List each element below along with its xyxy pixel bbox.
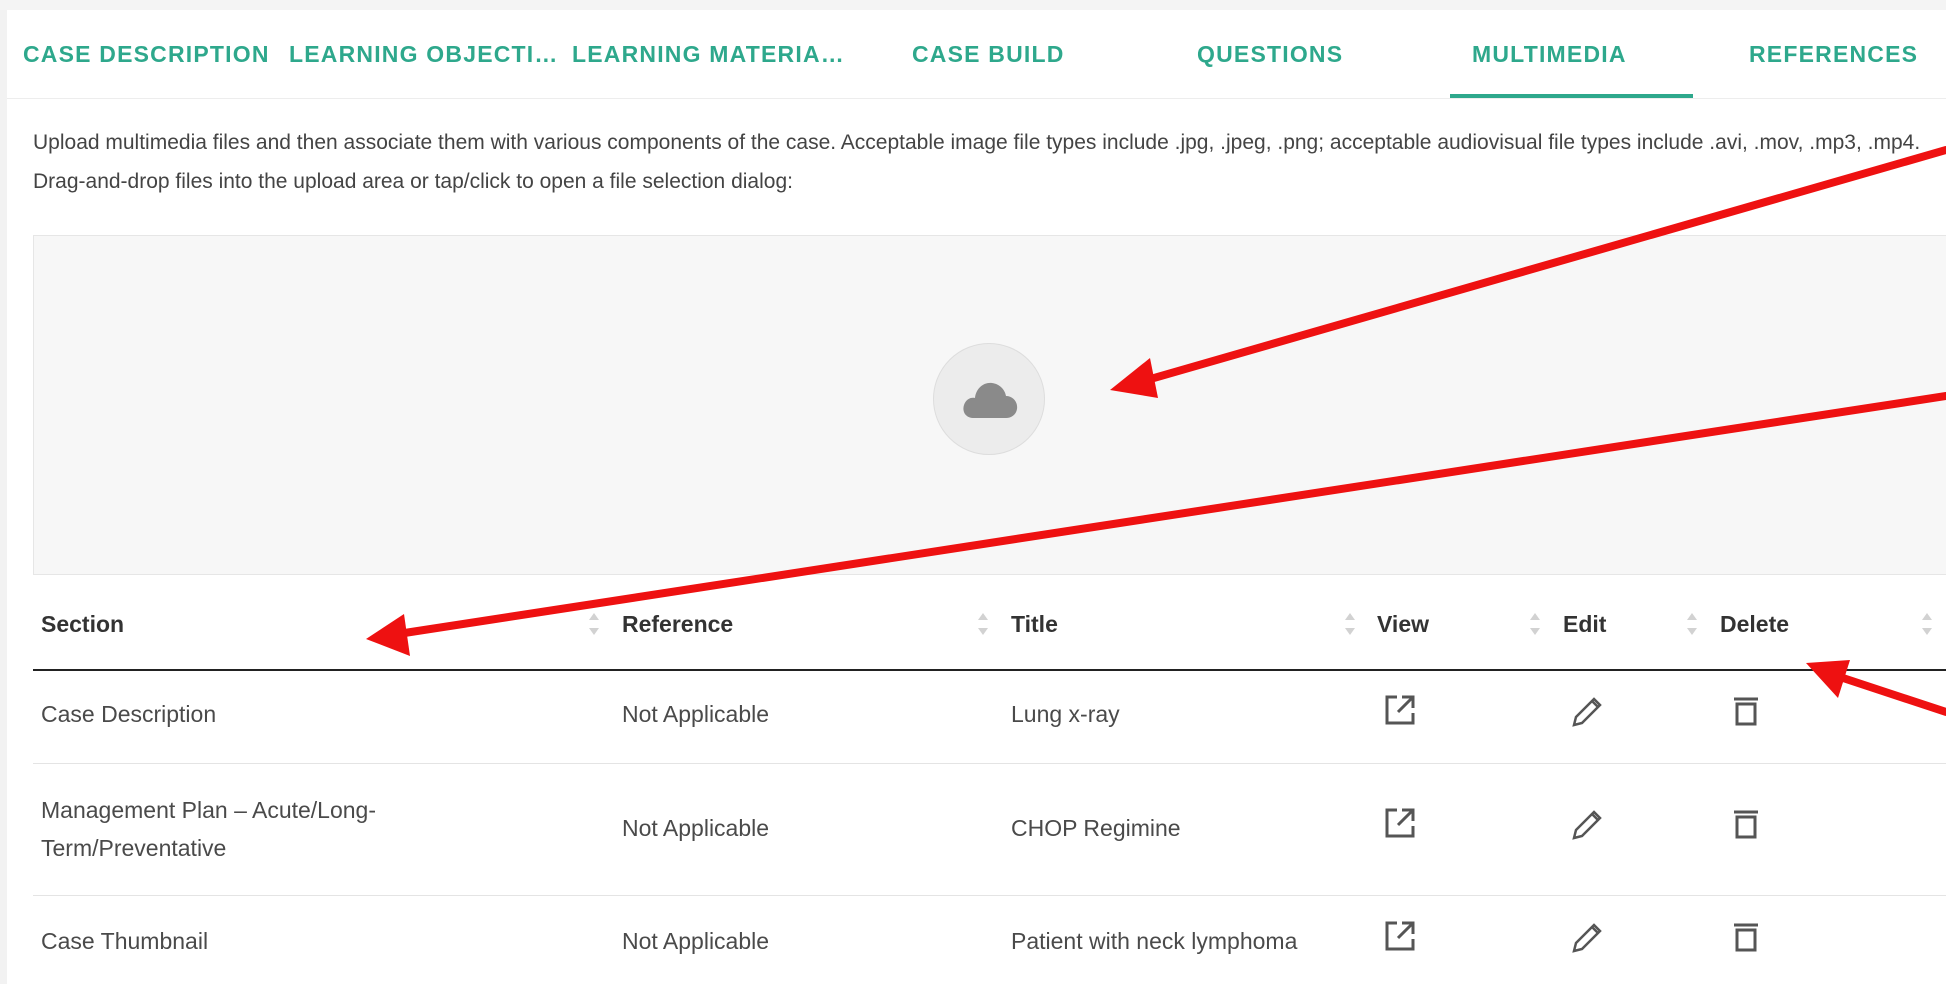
table-cell-title: Patient with neck lymphoma: [1011, 928, 1298, 954]
sort-icon[interactable]: [1685, 609, 1699, 639]
tab-learning-objectives[interactable]: LEARNING OBJECTI…: [289, 10, 559, 98]
column-header-reference[interactable]: Reference: [622, 604, 733, 644]
sort-icon[interactable]: [1343, 609, 1357, 639]
column-header-title[interactable]: Title: [1011, 604, 1058, 644]
top-border: [0, 0, 1946, 10]
sort-icon[interactable]: [976, 609, 990, 639]
open-external-icon[interactable]: [1380, 803, 1420, 843]
tab-case-description[interactable]: CASE DESCRIPTION: [23, 10, 270, 98]
pencil-icon[interactable]: [1566, 917, 1606, 957]
sort-icon[interactable]: [1528, 609, 1542, 639]
open-external-icon[interactable]: [1380, 690, 1420, 730]
table-cell-section: Case Thumbnail: [41, 928, 209, 954]
sort-icon[interactable]: [1920, 609, 1934, 639]
table-cell-section: Case Description: [41, 701, 217, 727]
pencil-icon[interactable]: [1566, 804, 1606, 844]
column-header-section[interactable]: Section: [41, 604, 124, 644]
tab-case-build[interactable]: CASE BUILD: [912, 10, 1065, 98]
tab-bar: CASE DESCRIPTION LEARNING OBJECTI… LEARN…: [7, 10, 1946, 99]
tab-questions[interactable]: QUESTIONS: [1197, 10, 1343, 98]
upload-instructions: Upload multimedia files and then associa…: [33, 131, 1921, 193]
annotation-arrow: [1806, 660, 1946, 716]
trash-icon[interactable]: [1726, 916, 1766, 956]
column-header-view[interactable]: View: [1377, 604, 1429, 644]
column-header-delete[interactable]: Delete: [1720, 604, 1789, 644]
trash-icon[interactable]: [1726, 803, 1766, 843]
table-header-divider: [33, 669, 1946, 671]
tab-references[interactable]: REFERENCES: [1749, 10, 1918, 98]
column-header-edit[interactable]: Edit: [1563, 604, 1606, 644]
table-cell-reference: Not Applicable: [622, 701, 770, 727]
row-divider: [33, 895, 1946, 896]
tab-learning-materials[interactable]: LEARNING MATERIA…: [572, 10, 845, 98]
table-cell-title: CHOP Regimine: [1011, 815, 1181, 841]
active-tab-indicator: [1450, 94, 1693, 98]
table-cell-reference: Not Applicable: [622, 928, 770, 954]
pencil-icon[interactable]: [1566, 691, 1606, 731]
table-cell-section: Management Plan – Acute/Long-Term/Preven…: [41, 797, 377, 861]
open-external-icon[interactable]: [1380, 916, 1420, 956]
sort-icon[interactable]: [587, 609, 601, 639]
trash-icon[interactable]: [1726, 690, 1766, 730]
upload-button[interactable]: [933, 343, 1045, 455]
row-divider: [33, 763, 1946, 764]
left-border: [0, 10, 7, 984]
tab-multimedia[interactable]: MULTIMEDIA: [1472, 10, 1627, 98]
cloud-icon: [963, 382, 1018, 418]
table-cell-reference: Not Applicable: [622, 815, 770, 841]
table-cell-title: Lung x-ray: [1011, 701, 1120, 727]
